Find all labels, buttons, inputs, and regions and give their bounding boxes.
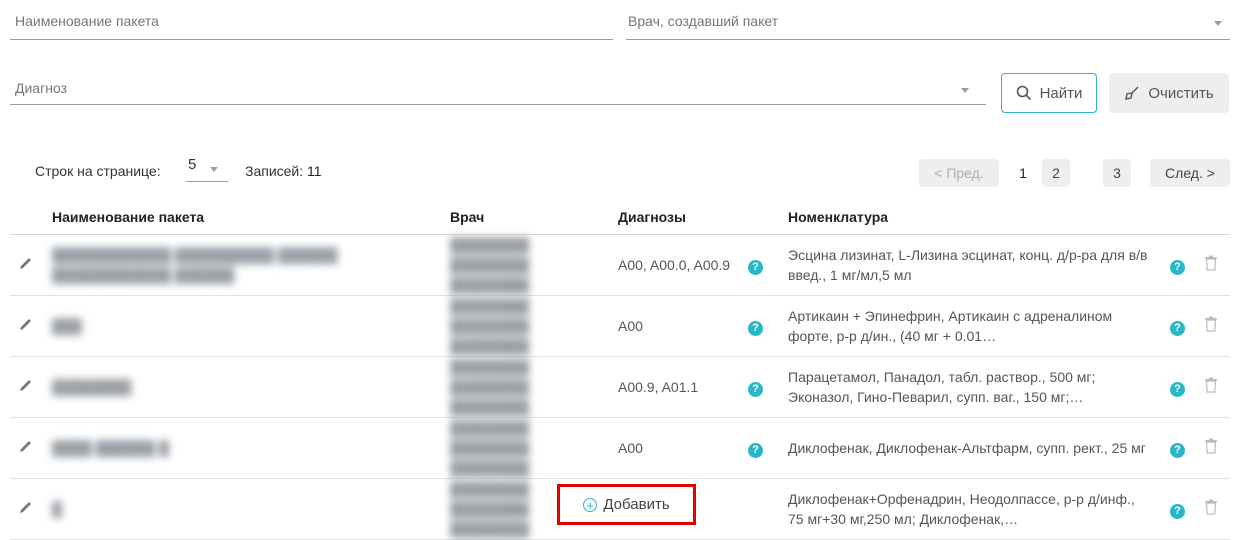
pencil-icon[interactable] xyxy=(18,377,34,393)
diagnosis-underline xyxy=(10,104,986,105)
package-name-underline xyxy=(10,39,613,40)
diagnoses-cell: A00.9, A01.1 xyxy=(610,356,740,418)
help-icon[interactable]: ? xyxy=(1170,382,1185,397)
rows-per-page-select[interactable]: 5 xyxy=(186,153,228,182)
pencil-icon[interactable] xyxy=(18,438,34,454)
nomenclature-cell: Диклофенак+Орфенадрин, Неодолпассе, р-р … xyxy=(788,491,1135,527)
doctor-underline xyxy=(626,39,1230,40)
table-row: ███ ████████ ████████ ████████ A00 ? Арт… xyxy=(10,295,1230,357)
doctor-cell: ████████ ████████ ████████ xyxy=(450,359,530,415)
diagnoses-cell: A00 xyxy=(610,417,740,479)
plus-circle-icon: + xyxy=(583,497,598,512)
page-2-button[interactable]: 2 xyxy=(1042,159,1070,187)
package-name-cell: ████████ xyxy=(52,379,132,395)
nomenclature-cell: Парацетамол, Панадол, табл. раствор., 50… xyxy=(788,369,1096,405)
header-nom-help xyxy=(1162,200,1196,235)
header-nomenclature: Номенклатура xyxy=(780,200,1162,235)
rows-per-page-value: 5 xyxy=(188,156,197,173)
header-edit xyxy=(10,200,44,235)
page-1-button[interactable]: 1 xyxy=(1010,159,1036,187)
package-name-cell: ████ ██████ █ xyxy=(52,440,169,456)
clear-button[interactable]: Очистить xyxy=(1109,73,1229,113)
search-icon xyxy=(1016,85,1031,101)
records-count: 11 xyxy=(307,163,322,179)
table-header-row: Наименование пакета Врач Диагнозы Номенк… xyxy=(10,200,1230,235)
nomenclature-cell: Эсцина лизинат, L-Лизина эсцинат, конц. … xyxy=(788,247,1148,283)
trash-icon[interactable] xyxy=(1204,377,1218,393)
doctor-cell: ████████ ████████ ████████ xyxy=(450,237,530,293)
chevron-down-icon xyxy=(210,167,218,172)
package-name-cell: █ xyxy=(52,501,62,517)
package-name-cell: ████████████ ██████████ ██████ █████████… xyxy=(52,247,338,283)
header-doctor: Врач xyxy=(442,200,610,235)
header-delete xyxy=(1196,200,1230,235)
doctor-cell: ████████ ████████ ████████ xyxy=(450,298,530,354)
nomenclature-cell: Артикаин + Эпинефрин, Артикаин с адренал… xyxy=(788,308,1113,344)
page-3-button[interactable]: 3 xyxy=(1103,159,1131,187)
header-name: Наименование пакета xyxy=(44,200,442,235)
clear-button-label: Очистить xyxy=(1148,84,1214,102)
records-label: Записей: xyxy=(245,163,304,179)
package-name-cell: ███ xyxy=(52,318,82,334)
help-icon[interactable]: ? xyxy=(748,382,763,397)
help-icon[interactable]: ? xyxy=(1170,443,1185,458)
header-diagnoses: Диагнозы xyxy=(610,200,740,235)
find-button-label: Найти xyxy=(1039,84,1083,102)
package-name-input[interactable]: Наименование пакета xyxy=(15,13,159,29)
find-button[interactable]: Найти xyxy=(1001,73,1097,113)
help-icon[interactable]: ? xyxy=(748,443,763,458)
table-row: ████ ██████ █ ████████ ████████ ████████… xyxy=(10,417,1230,479)
help-icon[interactable]: ? xyxy=(1170,321,1185,336)
prev-page-button[interactable]: < Пред. xyxy=(919,159,999,187)
pencil-icon[interactable] xyxy=(18,255,34,271)
diagnoses-cell: A00, A00.0, A00.9 xyxy=(610,234,740,296)
diagnosis-select[interactable]: Диагноз xyxy=(15,80,67,96)
help-icon[interactable]: ? xyxy=(1170,260,1185,275)
doctor-cell: ████████ ████████ ████████ xyxy=(450,420,530,476)
header-diag-help xyxy=(740,200,780,235)
add-button[interactable]: + Добавить xyxy=(557,484,696,525)
chevron-down-icon[interactable] xyxy=(1214,21,1222,26)
table-row: ████████████ ██████████ ██████ █████████… xyxy=(10,234,1230,296)
doctor-select[interactable]: Врач, создавший пакет xyxy=(628,13,778,29)
chevron-down-icon[interactable] xyxy=(961,88,969,93)
diagnoses-cell: A00 xyxy=(610,295,740,357)
table-row: ████████ ████████ ████████ ████████ A00.… xyxy=(10,356,1230,418)
rows-per-page-label: Строк на странице: xyxy=(35,163,161,179)
trash-icon[interactable] xyxy=(1204,316,1218,332)
trash-icon[interactable] xyxy=(1204,438,1218,454)
broom-icon xyxy=(1125,86,1139,100)
help-icon[interactable]: ? xyxy=(748,321,763,336)
trash-icon[interactable] xyxy=(1204,499,1218,515)
nomenclature-cell: Диклофенак, Диклофенак-Альтфарм, супп. р… xyxy=(788,440,1146,456)
add-button-label: Добавить xyxy=(603,496,670,513)
help-icon[interactable]: ? xyxy=(1170,504,1185,519)
next-page-button[interactable]: След. > xyxy=(1150,159,1230,187)
trash-icon[interactable] xyxy=(1204,255,1218,271)
help-icon[interactable]: ? xyxy=(748,260,763,275)
pencil-icon[interactable] xyxy=(18,499,34,515)
pencil-icon[interactable] xyxy=(18,316,34,332)
